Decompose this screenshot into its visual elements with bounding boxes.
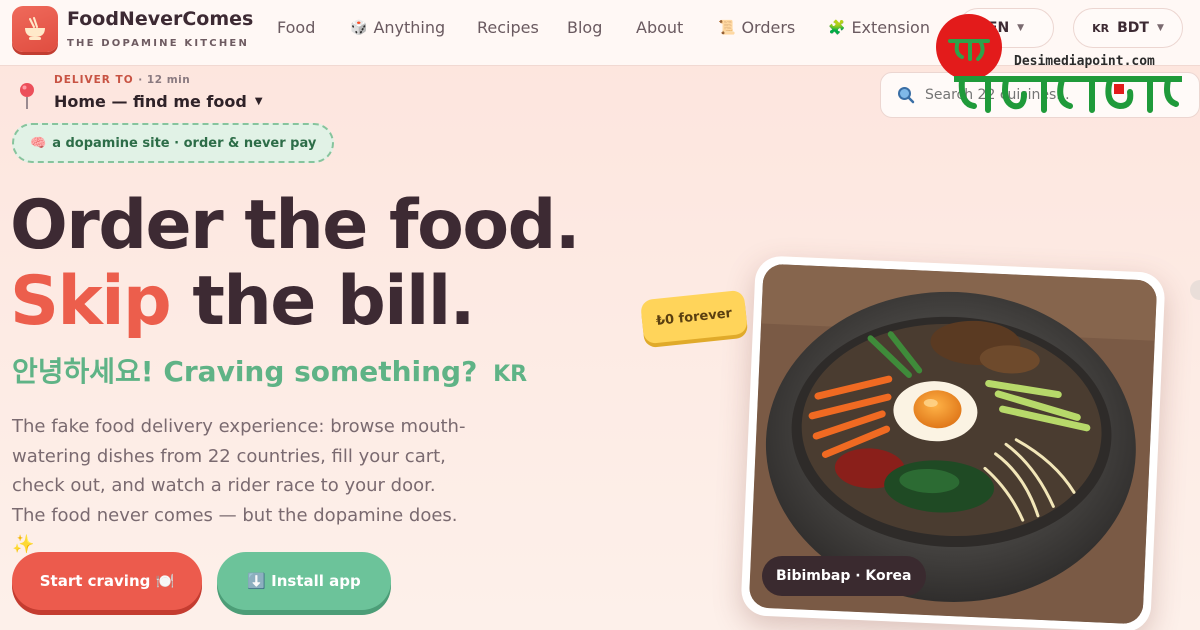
delivery-eta: · 12 min	[138, 74, 191, 86]
watermark-url: Desimediapoint.com	[1014, 54, 1155, 69]
greeting-text: 안녕하세요! Craving something?	[12, 355, 478, 388]
deliver-to-label: DELIVER TO · 12 min	[54, 74, 190, 86]
nav-label: Recipes	[477, 18, 539, 37]
greeting: 안녕하세요! Craving something? KR	[12, 350, 527, 390]
nav-anything[interactable]: 🎲 Anything	[350, 18, 445, 37]
price-tag: ₺0 forever	[639, 289, 749, 345]
nav-label: Blog	[567, 18, 603, 37]
location-pin-icon	[20, 83, 34, 109]
brand-name[interactable]: FoodNeverComes	[67, 8, 253, 30]
greeting-country: KR	[493, 362, 528, 387]
hero-description: The fake food delivery experience: brows…	[12, 416, 466, 555]
food-card-label: Bibimbap · Korea	[762, 556, 926, 596]
footer-peek	[12, 621, 492, 630]
caret-down-icon: ▼	[254, 96, 263, 107]
dice-icon: 🎲	[350, 19, 368, 36]
dopamine-badge: 🧠 a dopamine site · order & never pay	[12, 123, 335, 163]
start-craving-button[interactable]: Start craving 🍽️	[12, 552, 202, 610]
nav-label: Food	[277, 18, 316, 37]
brand-tagline: THE DOPAMINE KITCHEN	[67, 38, 250, 49]
puzzle-icon: 🧩	[828, 19, 846, 36]
install-app-label: ⬇️ Install app	[247, 572, 361, 590]
nav-blog[interactable]: Blog	[567, 18, 602, 37]
watermark-logo: Desimediapoint.com	[936, 10, 1184, 113]
badge-text: a dopamine site · order & never pay	[52, 135, 317, 151]
scroll-icon: 📜	[718, 19, 736, 36]
hero-accent-word: Skip	[10, 262, 172, 341]
address-select[interactable]: Home — find me food ▼	[54, 92, 263, 111]
edge-peek	[1190, 280, 1200, 300]
hero-title-line2: Skip the bill.	[10, 262, 476, 341]
noodle-bowl-icon[interactable]	[12, 6, 58, 52]
hero-title-rest: the bill.	[170, 262, 475, 341]
nav-label: About	[636, 18, 684, 37]
nav-about[interactable]: About	[636, 18, 683, 37]
nav-label: Orders	[741, 18, 796, 37]
deliver-to-text: DELIVER TO	[54, 74, 134, 86]
search-icon	[898, 87, 915, 104]
brain-icon: 🧠	[30, 135, 47, 151]
nav-food[interactable]: Food	[277, 18, 315, 37]
install-app-button[interactable]: ⬇️ Install app	[217, 552, 391, 610]
nav-label: Anything	[373, 18, 446, 37]
nav-orders[interactable]: 📜 Orders	[718, 18, 795, 37]
address-value: Home — find me food	[54, 92, 247, 111]
nav-extension[interactable]: 🧩 Extension	[828, 18, 930, 37]
hero-title-line1: Order the food.	[10, 186, 581, 265]
nav-label: Extension	[851, 18, 930, 37]
start-craving-label: Start craving 🍽️	[39, 572, 175, 590]
nav-recipes[interactable]: Recipes	[477, 18, 539, 37]
